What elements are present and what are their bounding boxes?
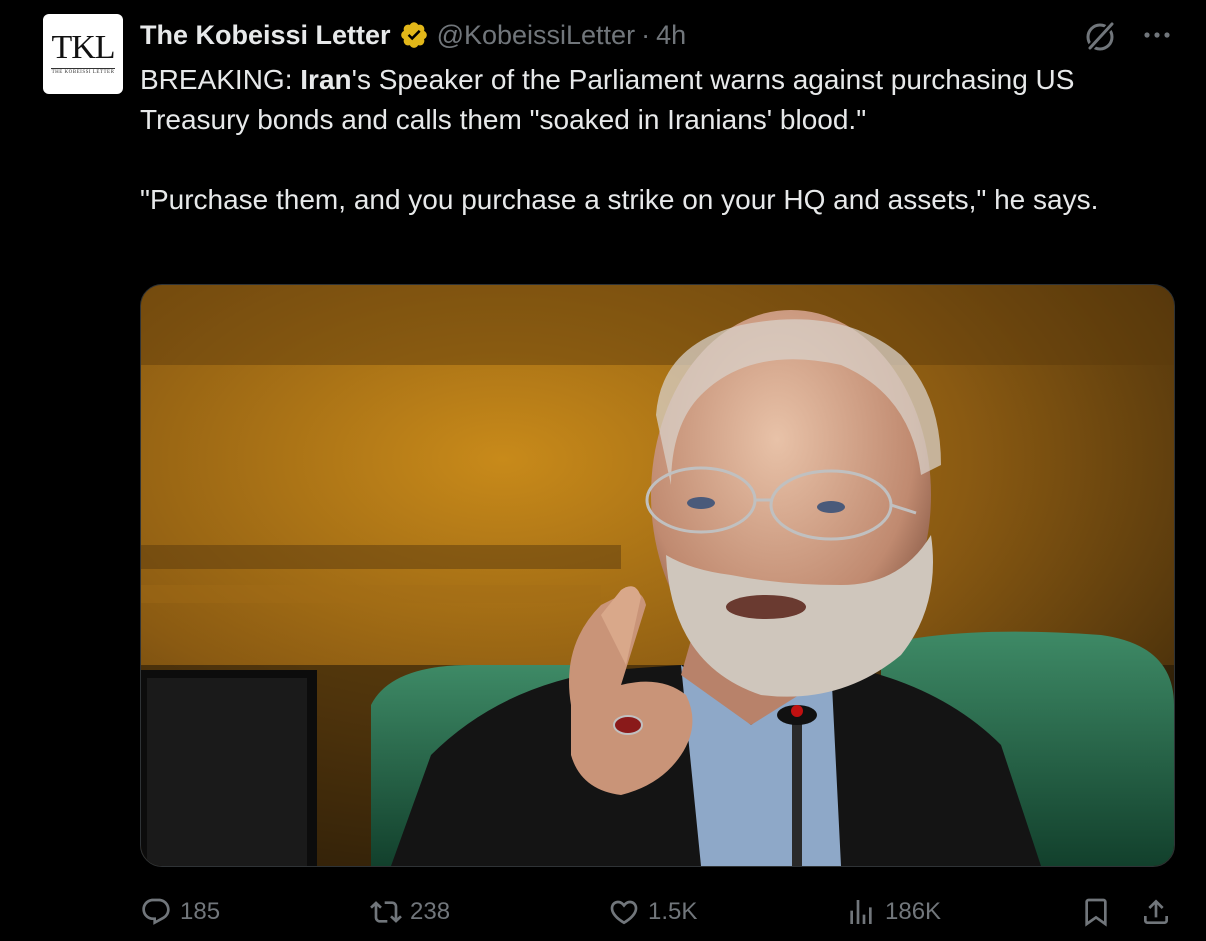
share-icon [1144, 899, 1168, 924]
tweet-paragraph-2: "Purchase them, and you purchase a strik… [140, 184, 1099, 215]
bookmark-icon [1085, 898, 1107, 927]
views-button[interactable]: 186K [845, 892, 941, 932]
tweet[interactable]: TKL THE KOBEISSI LETTER The Kobeissi Let… [0, 0, 1206, 941]
avatar-logo-text: TKL [51, 29, 115, 66]
views-count: 186K [885, 898, 942, 925]
avatar-logo-rule [51, 68, 115, 69]
tweet-paragraph-1: BREAKING: Iran's Speaker of the Parliame… [140, 60, 1180, 140]
reply-count: 185 [180, 898, 221, 925]
verified-badge-icon[interactable] [399, 20, 429, 50]
separator-dot: · [641, 19, 651, 50]
share-button[interactable] [1140, 892, 1180, 932]
bookmark-button[interactable] [1080, 892, 1120, 932]
display-name[interactable]: The Kobeissi Letter [140, 20, 391, 51]
reply-icon [142, 898, 170, 925]
tweet-text: BREAKING: Iran's Speaker of the Parliame… [140, 60, 1180, 220]
like-count: 1.5K [648, 898, 698, 925]
views-icon [850, 900, 872, 924]
bold-keyword: Iran [300, 64, 352, 95]
action-bar: 185 238 1.5K 186K [140, 892, 1180, 932]
avatar[interactable]: TKL THE KOBEISSI LETTER [43, 14, 123, 94]
handle[interactable]: @KobeissiLetter [437, 20, 636, 51]
tweet-header: The Kobeissi Letter @KobeissiLetter · 4h [140, 18, 686, 52]
photo-speaker-icon [141, 285, 1174, 866]
breaking-prefix: BREAKING: [140, 64, 301, 95]
repost-count: 238 [410, 898, 451, 925]
timestamp[interactable]: 4h [656, 20, 686, 51]
repost-button[interactable]: 238 [370, 892, 450, 932]
reply-button[interactable]: 185 [140, 892, 220, 932]
heart-icon [610, 900, 638, 925]
tweet-photo[interactable] [140, 284, 1175, 867]
more-icon[interactable] [1140, 20, 1174, 50]
repost-icon [370, 901, 402, 923]
like-button[interactable]: 1.5K [608, 892, 697, 932]
grok-icon[interactable] [1082, 18, 1118, 54]
avatar-logo-subtext: THE KOBEISSI LETTER [51, 70, 115, 75]
